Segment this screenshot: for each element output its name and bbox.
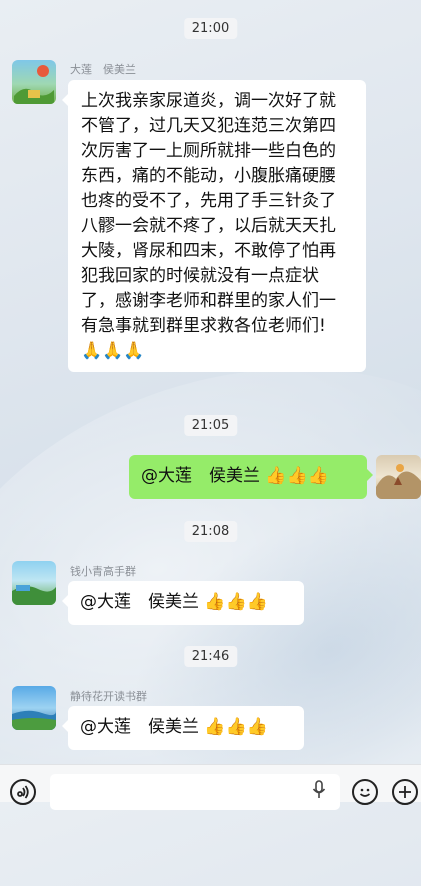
message-bubble[interactable]: @大莲 侯美兰 👍👍👍 [62,706,304,750]
message-line: 🙏🙏🙏 [81,341,145,361]
message-line: 了，感谢李老师和群里的家人们一 [81,291,336,311]
message-line: 次厉害了一上厕所就排一些白色的 [81,141,336,161]
avatar[interactable] [12,686,56,730]
sender-name: 钱小青高手群 [70,565,136,578]
message-line: 大陵，肾尿和四末，不敢停了怕再 [81,241,336,261]
sender-name: 静待花开读书群 [70,690,147,703]
timestamp: 21:08 [183,521,238,542]
message-line: 犯我回家的时候就没有一点症状 [81,266,319,286]
message-line: 有急事就到群里求救各位老师们! [81,316,326,336]
timestamp: 21:05 [183,415,238,436]
message-line: 也疼的受不了，先用了手三针灸了 [81,191,336,211]
message-bubble-own[interactable]: @大莲 侯美兰 👍👍👍 [129,455,373,499]
message-text: @大莲 侯美兰 👍👍👍 [80,592,268,612]
avatar[interactable] [12,561,56,605]
message-line: 八髎一会就不疼了，以后就天天扎 [81,216,336,236]
sender-name: 大莲 侯美兰 [70,63,136,76]
chat-input-bar [0,764,421,810]
timestamp: 21:46 [183,646,238,667]
message-line: 不管了，过几天又犯连范三次第四 [81,116,336,136]
timestamp: 21:00 [183,18,238,39]
message-line: 东西，痛的不能动，小腹胀痛硬腰 [81,166,336,186]
message-line: 上次我亲家尿道炎，调一次好了就 [81,91,336,111]
message-text: @大莲 侯美兰 👍👍👍 [80,717,268,737]
plus-icon[interactable] [392,779,418,805]
message-bubble[interactable]: @大莲 侯美兰 👍👍👍 [62,581,304,625]
mic-icon[interactable] [312,780,326,804]
avatar-own[interactable] [376,455,421,499]
message-input[interactable] [50,774,340,810]
avatar[interactable] [12,60,56,104]
message-bubble[interactable]: 上次我亲家尿道炎，调一次好了就 不管了，过几天又犯连范三次第四 次厉害了一上厕所… [62,80,366,372]
voice-icon[interactable] [10,779,36,805]
message-text: @大莲 侯美兰 👍👍👍 [141,466,329,486]
emoji-icon[interactable] [352,779,378,805]
